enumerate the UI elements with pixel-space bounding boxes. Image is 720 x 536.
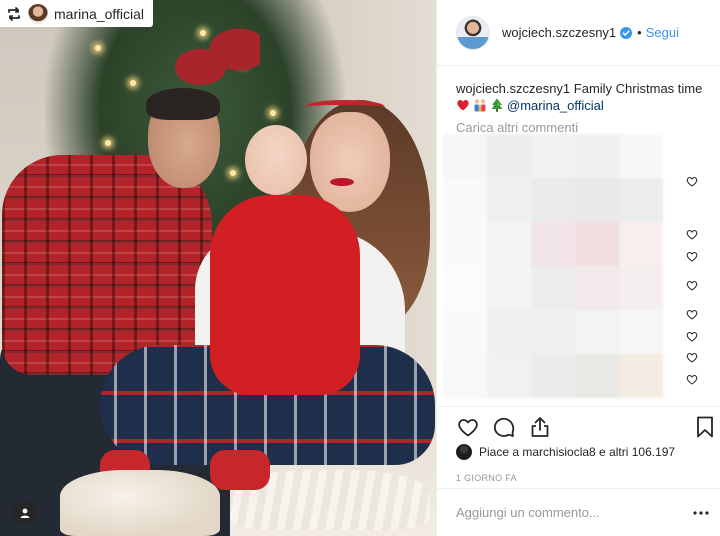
heart-icon[interactable] bbox=[456, 415, 480, 439]
share-icon[interactable] bbox=[528, 415, 552, 439]
caption-username[interactable]: wojciech.szczesny1 bbox=[456, 81, 570, 96]
tree-light bbox=[270, 110, 276, 116]
post-caption: wojciech.szczesny1 Family Christmas time… bbox=[456, 80, 706, 114]
bookmark-icon[interactable] bbox=[695, 415, 715, 439]
comment-like-heart-icon[interactable] bbox=[686, 352, 698, 363]
verified-badge-icon bbox=[620, 26, 633, 39]
comment-icon[interactable] bbox=[492, 415, 516, 439]
photo-baby-red-onesie bbox=[210, 195, 360, 395]
user-tag-icon[interactable] bbox=[13, 501, 37, 525]
comment-like-heart-icon[interactable] bbox=[686, 280, 698, 291]
post-actions-bar bbox=[437, 406, 720, 446]
follow-button[interactable]: Segui bbox=[646, 25, 679, 40]
christmas-tree-emoji bbox=[491, 98, 503, 112]
comment-like-heart-icon[interactable] bbox=[686, 331, 698, 342]
tree-light bbox=[230, 170, 236, 176]
post-photo[interactable]: marina_official bbox=[0, 0, 436, 536]
photo-man-hair bbox=[146, 88, 220, 120]
person-icon bbox=[20, 508, 30, 518]
repost-icon bbox=[8, 6, 20, 21]
photo-red-headband bbox=[305, 100, 385, 114]
photo-man-plaid-shirt bbox=[2, 155, 212, 375]
photo-red-lips bbox=[330, 178, 354, 186]
comment-like-heart-icon[interactable] bbox=[686, 229, 698, 240]
photo-plush-toys bbox=[60, 470, 220, 536]
photo-baby-head bbox=[245, 125, 307, 195]
comment-input[interactable] bbox=[456, 505, 676, 520]
comment-like-heart-icon[interactable] bbox=[686, 374, 698, 385]
comment-like-heart-icon[interactable] bbox=[686, 309, 698, 320]
comments-area: wojciech.szczesny1 Family Christmas time… bbox=[437, 66, 720, 406]
photo-woman-face bbox=[310, 112, 390, 212]
photo-reindeer-antlers bbox=[175, 25, 260, 95]
comment-like-heart-icon[interactable] bbox=[686, 176, 698, 187]
repost-badge[interactable]: marina_official bbox=[0, 0, 154, 27]
post-timestamp[interactable]: 1 GIORNO FA bbox=[456, 473, 517, 483]
tree-light bbox=[95, 45, 101, 51]
tree-light bbox=[130, 80, 136, 86]
family-emoji bbox=[474, 99, 486, 112]
header-separator: • bbox=[637, 25, 642, 40]
liker-avatar bbox=[456, 444, 472, 460]
caption-mention[interactable]: @marina_official bbox=[507, 98, 604, 113]
repost-avatar bbox=[28, 3, 48, 24]
post-header: wojciech.szczesny1 • Segui bbox=[437, 0, 720, 66]
add-comment-section bbox=[437, 488, 720, 536]
post-sidebar: wojciech.szczesny1 • Segui wojciech.szcz… bbox=[436, 0, 720, 536]
caption-text: Family Christmas time bbox=[573, 81, 703, 96]
likes-text: Piace a marchisiocla8 e altri 106.197 bbox=[479, 445, 676, 459]
red-heart-emoji bbox=[457, 100, 469, 111]
avatar[interactable] bbox=[456, 15, 490, 50]
comment-like-heart-icon[interactable] bbox=[686, 251, 698, 262]
pixelated-comments-block bbox=[443, 124, 667, 404]
more-options-icon[interactable] bbox=[693, 511, 709, 515]
photo-red-sock bbox=[210, 450, 270, 490]
repost-username: marina_official bbox=[54, 5, 145, 22]
tree-light bbox=[105, 140, 111, 146]
header-username[interactable]: wojciech.szczesny1 bbox=[502, 25, 616, 40]
likes-summary[interactable]: Piace a marchisiocla8 e altri 106.197 bbox=[456, 444, 675, 460]
